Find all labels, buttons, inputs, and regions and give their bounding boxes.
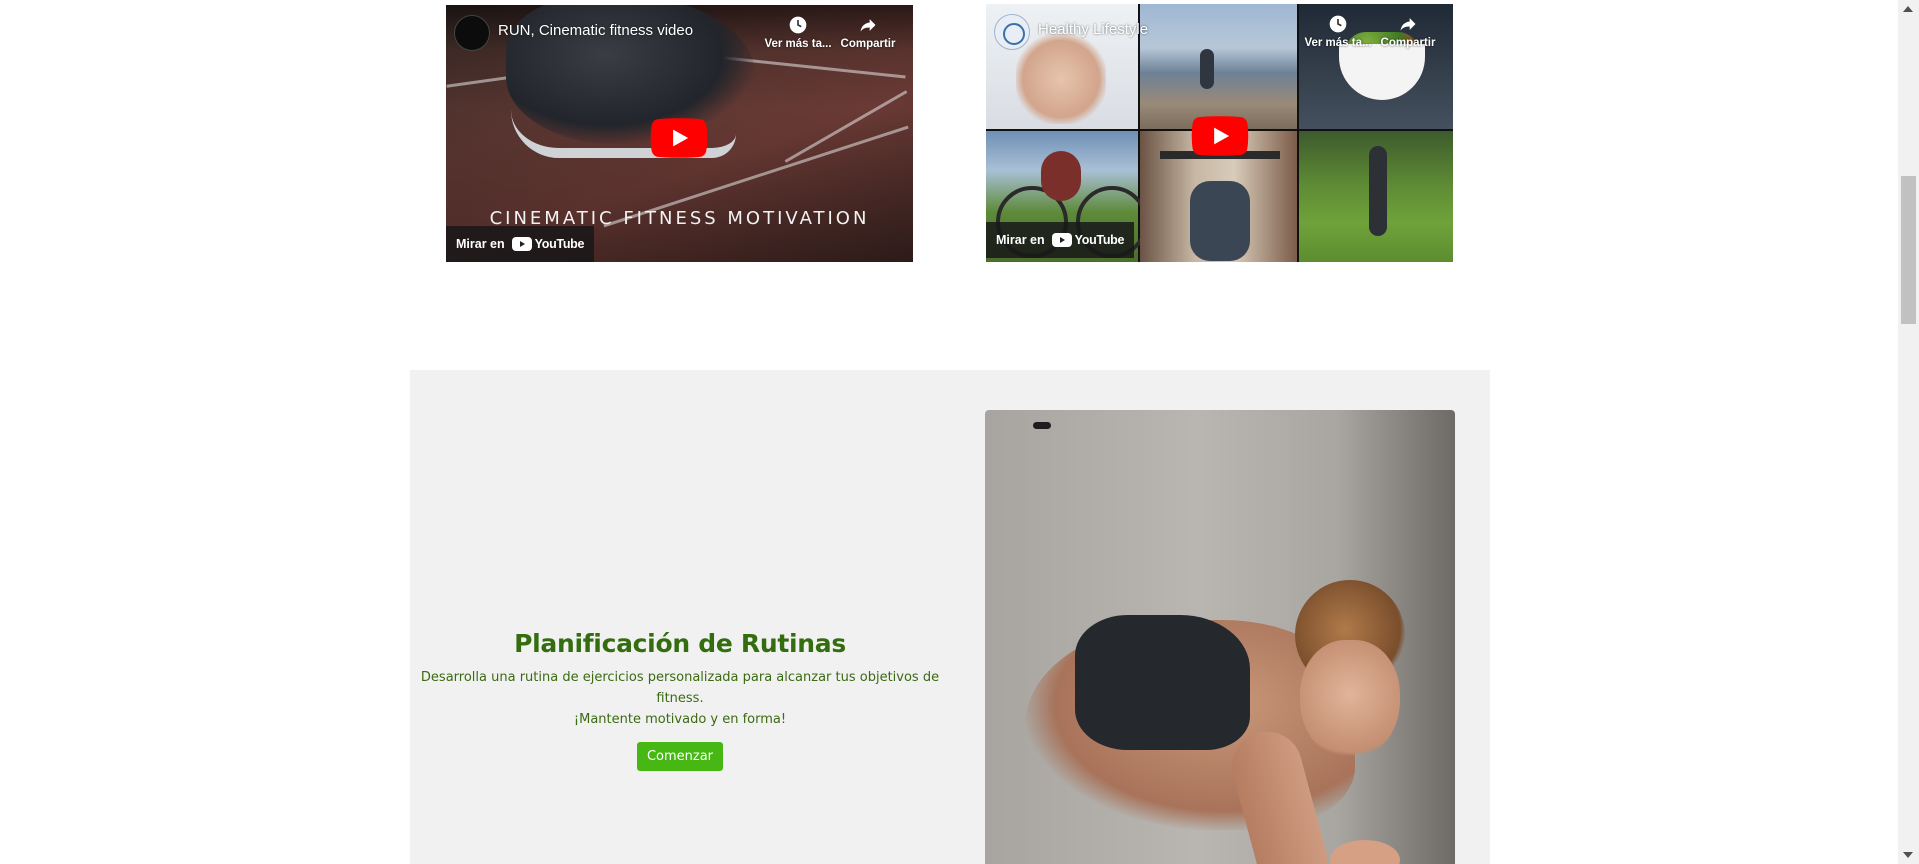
feature-text: Planificación de Rutinas Desarrolla una … (410, 629, 950, 771)
share-label: Compartir (1380, 37, 1436, 49)
section-title: Planificación de Rutinas (514, 629, 846, 658)
video-title[interactable]: Healthy Lifestyle (1038, 21, 1148, 38)
youtube-logo-icon: YouTube (511, 237, 585, 251)
scroll-down-arrow-icon[interactable] (1903, 852, 1913, 858)
video-header: RUN, Cinematic fitness video Ver más ta.… (446, 5, 913, 65)
description-line-1: Desarrolla una rutina de ejercicios pers… (420, 670, 940, 706)
watch-later-button[interactable]: Ver más ta... (763, 15, 833, 50)
share-arrow-icon (860, 19, 876, 32)
channel-avatar[interactable] (994, 14, 1030, 50)
youtube-label: YouTube (534, 237, 585, 251)
workout-photo (985, 410, 1455, 864)
watch-on-label: Mirar en (996, 233, 1045, 247)
video-title[interactable]: RUN, Cinematic fitness video (498, 22, 693, 39)
start-button[interactable]: Comenzar (636, 742, 724, 771)
clock-icon (789, 16, 807, 34)
watch-on-label: Mirar en (456, 237, 505, 251)
share-arrow-icon (1400, 18, 1416, 31)
scroll-up-arrow-icon[interactable] (1903, 6, 1913, 12)
watch-later-label: Ver más ta... (764, 38, 832, 50)
play-icon[interactable] (1191, 116, 1249, 156)
share-button[interactable]: Compartir (833, 15, 903, 50)
share-button[interactable]: Compartir (1373, 14, 1443, 49)
watch-on-youtube-button[interactable]: Mirar en YouTube (446, 226, 595, 262)
watch-later-label: Ver más ta... (1304, 37, 1372, 49)
video-header: Healthy Lifestyle Ver más ta... Comparti… (986, 4, 1453, 64)
page-scrollbar[interactable] (1898, 0, 1919, 864)
youtube-label: YouTube (1074, 233, 1125, 247)
youtube-logo-icon: YouTube (1051, 233, 1125, 247)
page: CINEMATIC FITNESS MOTIVATION RUN, Cinema… (0, 0, 1898, 864)
routine-planning-section: Planificación de Rutinas Desarrolla una … (410, 370, 1490, 864)
clock-icon (1329, 15, 1347, 33)
play-icon[interactable] (650, 118, 708, 158)
share-label: Compartir (840, 38, 896, 50)
watch-later-button[interactable]: Ver más ta... (1303, 14, 1373, 49)
section-description: Desarrolla una rutina de ejercicios pers… (410, 667, 950, 730)
video-embed-healthy-lifestyle[interactable]: Healthy Lifestyle Ver más ta... Comparti… (986, 4, 1453, 262)
watch-on-youtube-button[interactable]: Mirar en YouTube (986, 222, 1135, 258)
scroll-thumb[interactable] (1901, 176, 1916, 324)
description-line-2: ¡Mantente motivado y en forma! (573, 712, 787, 727)
video-embed-run[interactable]: CINEMATIC FITNESS MOTIVATION RUN, Cinema… (446, 5, 913, 262)
channel-avatar[interactable] (454, 15, 490, 51)
